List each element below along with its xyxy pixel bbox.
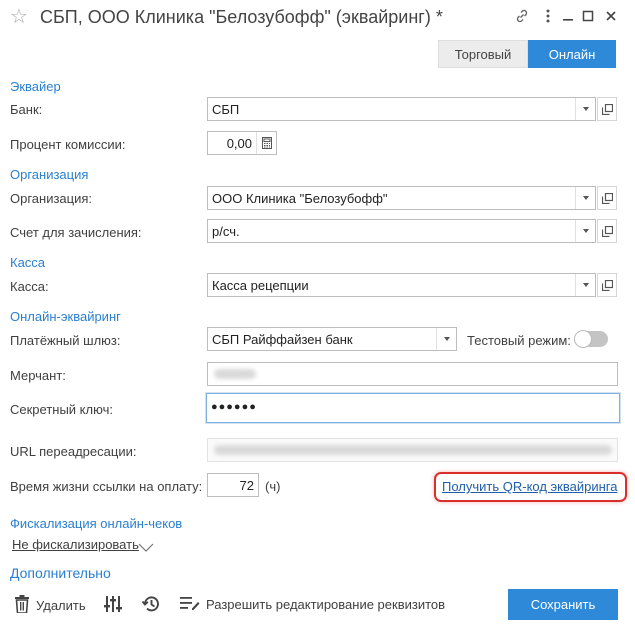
account-label: Счет для зачисления:	[10, 225, 142, 240]
link-lifetime-field[interactable]: 72	[207, 473, 259, 497]
bank-dropdown-icon[interactable]	[575, 98, 595, 120]
gateway-value: СБП Райффайзен банк	[212, 332, 353, 347]
title-bar: ☆ СБП, ООО Клиника "Белозубофф" (эквайри…	[0, 0, 635, 36]
secret-key-field[interactable]: ●●●●●●	[206, 393, 620, 423]
account-open-icon[interactable]	[597, 219, 617, 243]
allow-edit-button[interactable]: Разрешить редактирование реквизитов	[180, 595, 445, 614]
gateway-label: Платёжный шлюз:	[10, 333, 121, 348]
organization-dropdown-icon[interactable]	[575, 187, 595, 209]
gateway-field[interactable]: СБП Райффайзен банк	[207, 327, 457, 351]
minimize-icon[interactable]	[558, 6, 578, 26]
redirect-url-obscured-value	[214, 445, 612, 455]
commission-label: Процент комиссии:	[10, 137, 126, 152]
redirect-url-field[interactable]	[207, 438, 618, 462]
gateway-dropdown-icon[interactable]	[436, 328, 456, 350]
cashbox-dropdown-icon[interactable]	[575, 274, 595, 296]
cashbox-field[interactable]: Касса рецепции	[207, 273, 596, 297]
organization-open-icon[interactable]	[597, 186, 617, 210]
bank-value: СБП	[212, 102, 240, 117]
delete-button[interactable]: Удалить	[14, 595, 86, 616]
merchant-field[interactable]	[207, 362, 618, 386]
delete-label: Удалить	[36, 598, 86, 613]
settings-button[interactable]	[104, 595, 122, 616]
more-vertical-icon[interactable]	[538, 6, 558, 26]
window-title: СБП, ООО Клиника "Белозубофф" (эквайринг…	[40, 7, 443, 27]
account-field[interactable]: р/сч.	[207, 219, 596, 243]
toggle-knob	[574, 330, 592, 348]
organization-value: ООО Клиника "Белозубофф"	[212, 191, 388, 206]
organization-field[interactable]: ООО Клиника "Белозубофф"	[207, 186, 596, 210]
test-mode-label: Тестовый режим:	[467, 333, 571, 348]
section-additional[interactable]: Дополнительно	[10, 565, 111, 581]
section-fiscalization: Фискализация онлайн-чеков	[10, 516, 183, 531]
link-lifetime-value: 72	[239, 478, 254, 493]
account-dropdown-icon[interactable]	[575, 220, 595, 242]
commission-field[interactable]: 0,00	[207, 131, 277, 155]
link-lifetime-label: Время жизни ссылки на оплату:	[10, 479, 203, 494]
calculator-icon[interactable]	[256, 132, 276, 154]
history-icon	[141, 594, 161, 617]
redirect-url-label: URL переадресации:	[10, 444, 137, 459]
link-icon[interactable]	[512, 6, 532, 26]
trash-icon	[14, 595, 30, 616]
close-icon[interactable]	[601, 6, 621, 26]
organization-label: Организация:	[10, 191, 93, 206]
favorite-star-icon[interactable]: ☆	[10, 5, 28, 29]
get-qr-code-link[interactable]: Получить QR-код эквайринга	[442, 479, 617, 494]
history-button[interactable]	[141, 594, 161, 617]
cashbox-label: Касса:	[10, 279, 49, 294]
mode-online-button[interactable]: Онлайн	[528, 40, 616, 68]
section-acquirer: Эквайер	[10, 79, 61, 94]
merchant-label: Мерчант:	[10, 368, 66, 383]
bank-field[interactable]: СБП	[207, 97, 596, 121]
account-value: р/сч.	[212, 224, 240, 239]
section-organization: Организация	[10, 167, 89, 182]
edit-lines-icon	[180, 595, 200, 614]
maximize-icon[interactable]	[578, 6, 598, 26]
bank-label: Банк:	[10, 102, 43, 117]
commission-value: 0,00	[226, 136, 252, 151]
save-button[interactable]: Сохранить	[508, 589, 618, 620]
bank-open-icon[interactable]	[597, 97, 617, 121]
section-online-acquiring: Онлайн-эквайринг	[10, 309, 121, 324]
mode-trade-button[interactable]: Торговый	[438, 40, 528, 68]
allow-edit-label: Разрешить редактирование реквизитов	[206, 597, 446, 612]
test-mode-toggle[interactable]	[574, 330, 608, 348]
secret-key-label: Секретный ключ:	[10, 402, 113, 417]
merchant-obscured-value	[214, 369, 256, 379]
sliders-icon	[104, 595, 122, 616]
link-lifetime-unit: (ч)	[265, 479, 281, 494]
mode-switch: Торговый Онлайн	[438, 40, 616, 68]
cashbox-open-icon[interactable]	[597, 273, 617, 297]
fiscal-option-link[interactable]: Не фискализировать	[12, 537, 139, 552]
chevron-down-icon[interactable]	[138, 540, 154, 555]
secret-key-value: ●●●●●●	[211, 401, 257, 413]
section-cashbox: Касса	[10, 255, 46, 270]
cashbox-value: Касса рецепции	[212, 278, 309, 293]
